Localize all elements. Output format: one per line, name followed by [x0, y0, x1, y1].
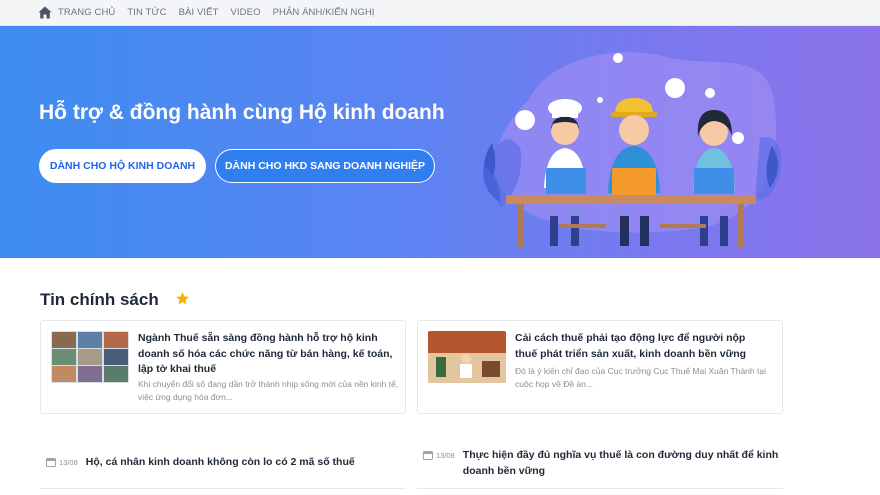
calendar-icon — [46, 458, 56, 467]
home-icon[interactable] — [38, 6, 54, 20]
nav-item-feedback[interactable]: PHẢN ÁNH/KIẾN NGHỊ — [273, 7, 375, 18]
news-list-item[interactable]: 13/08 Hộ, cá nhân kinh doanh không còn l… — [46, 455, 355, 471]
nav-item-articles[interactable]: BÀI VIẾT — [179, 7, 219, 18]
news-list-item[interactable]: 13/08 Thực hiện đầy đủ nghĩa vụ thuế là … — [423, 448, 781, 479]
section-title: Tin chính sách — [40, 290, 159, 309]
calendar-icon — [423, 451, 433, 460]
hero-title: Hỗ trợ & đồng hành cùng Hộ kinh doanh — [39, 101, 445, 124]
nav-item-news[interactable]: TIN TỨC — [127, 7, 166, 18]
news-thumbnail — [428, 331, 506, 383]
news-thumbnail — [51, 331, 129, 383]
news-card[interactable]: Cải cách thuế phải tạo động lực để người… — [417, 320, 783, 414]
hero-illustration — [483, 52, 782, 248]
top-nav: TRANG CHỦ TIN TỨC BÀI VIẾT VIDEO PHẢN ÁN… — [0, 0, 880, 26]
star-icon — [176, 292, 189, 305]
nav-item-video[interactable]: VIDEO — [231, 7, 261, 18]
hero-banner: Hỗ trợ & đồng hành cùng Hộ kinh doanh DÀ… — [0, 26, 880, 258]
news-card-title[interactable]: Cải cách thuế phải tạo động lực để người… — [515, 331, 770, 362]
divider — [40, 488, 406, 489]
nav-item-home[interactable]: TRANG CHỦ — [58, 7, 115, 18]
household-business-button[interactable]: DÀNH CHO HỘ KINH DOANH — [39, 149, 206, 183]
hkd-to-enterprise-button[interactable]: DÀNH CHO HKD SANG DOANH NGHIỆP — [215, 149, 435, 183]
news-list-title[interactable]: Hộ, cá nhân kinh doanh không còn lo có 2… — [86, 455, 355, 471]
divider — [417, 488, 783, 489]
news-card-summary: Đó là ý kiến chỉ đạo của Cục trưởng Cục … — [515, 366, 766, 389]
news-card-title[interactable]: Ngành Thuế sẵn sàng đồng hành hỗ trợ hộ … — [138, 331, 400, 378]
news-card[interactable]: Ngành Thuế sẵn sàng đồng hành hỗ trợ hộ … — [40, 320, 406, 414]
news-list-title[interactable]: Thực hiện đầy đủ nghĩa vụ thuế là con đư… — [463, 448, 781, 479]
news-date: 13/08 — [436, 451, 455, 460]
news-card-summary: Khi chuyển đổi số đang dần trở thành nhị… — [138, 379, 399, 402]
news-date: 13/08 — [59, 458, 78, 467]
